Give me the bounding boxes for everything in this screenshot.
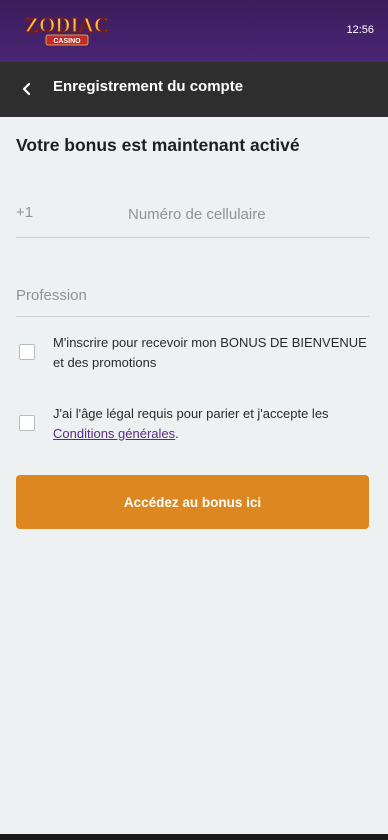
phone-field: +1	[16, 190, 369, 238]
terms-period: .	[175, 426, 179, 441]
bonus-heading: Votre bonus est maintenant activé	[16, 135, 300, 155]
status-time: 12:56	[346, 24, 374, 36]
promo-consent-label: M'inscrire pour recevoir mon BONUS DE BI…	[53, 335, 367, 370]
country-code[interactable]: +1	[16, 204, 33, 221]
profession-field	[16, 272, 369, 317]
back-button[interactable]	[18, 78, 38, 100]
bottom-edge	[0, 834, 388, 840]
page-header: Enregistrement du compte	[0, 62, 388, 117]
terms-checkbox[interactable]	[19, 415, 35, 431]
terms-link[interactable]: Conditions générales	[53, 426, 175, 441]
top-bar: ZODIAC CASINO 12:56	[0, 0, 388, 62]
promo-checkbox[interactable]	[19, 344, 35, 360]
profession-input[interactable]	[16, 281, 356, 309]
phone-input[interactable]	[128, 200, 364, 228]
zodiac-casino-logo: ZODIAC CASINO	[24, 12, 110, 46]
svg-text:CASINO: CASINO	[53, 38, 81, 45]
chevron-left-icon	[22, 82, 31, 96]
svg-text:ZODIAC: ZODIAC	[25, 13, 109, 37]
access-bonus-button[interactable]: Accédez au bonus ici	[16, 475, 369, 529]
terms-consent-label: J'ai l'âge légal requis pour parier et j…	[53, 404, 371, 444]
terms-text: J'ai l'âge légal requis pour parier et j…	[53, 406, 329, 421]
page-title: Enregistrement du compte	[53, 78, 244, 95]
